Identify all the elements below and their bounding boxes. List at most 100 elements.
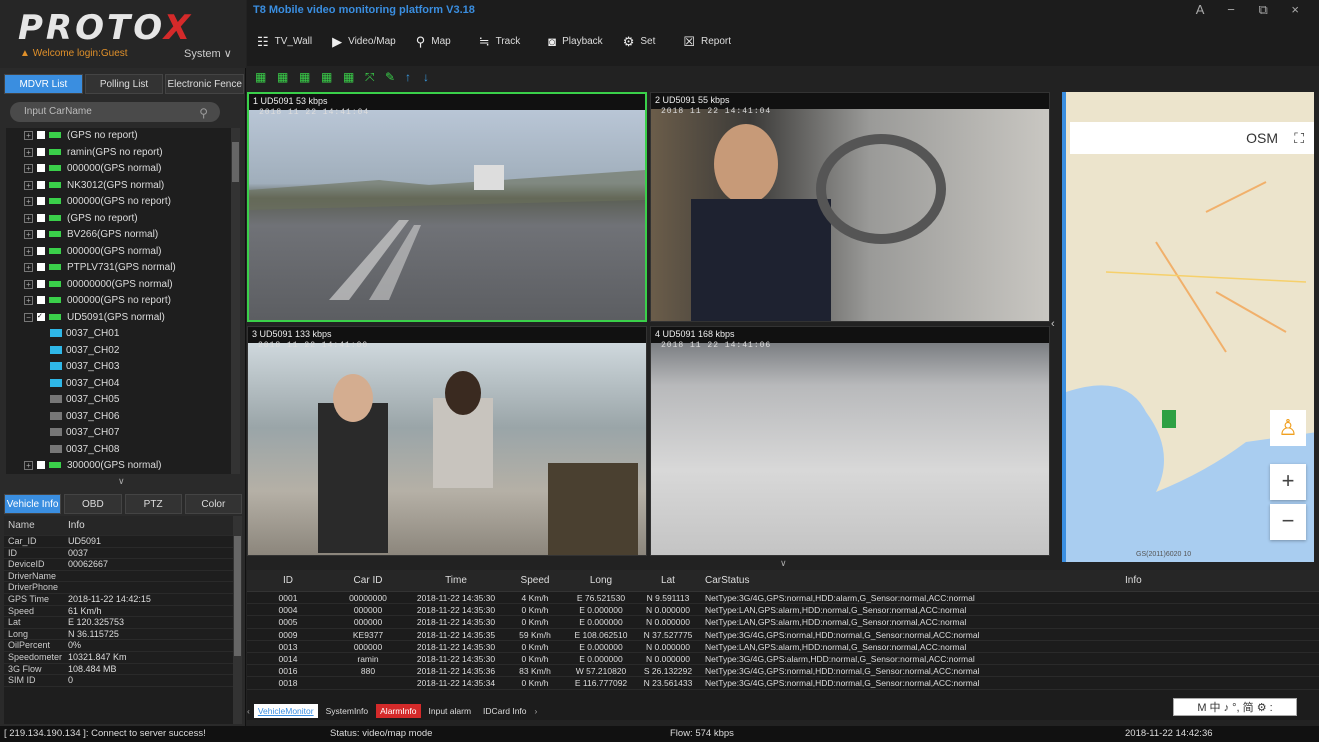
layout-16-icon[interactable]: ▦	[343, 70, 354, 84]
expand-icon[interactable]: +	[24, 180, 33, 190]
system-menu[interactable]: System ∨	[184, 47, 232, 60]
tree-vehicle-item[interactable]: + (GPS no report)	[6, 211, 240, 228]
tree-channel-item[interactable]: 0037_CH01	[6, 326, 240, 343]
tree-vehicle-item[interactable]: +00000000(GPS normal)	[6, 277, 240, 294]
chevron-down-icon[interactable]: ∨	[780, 558, 787, 569]
menu-report[interactable]: ☒ Report	[673, 24, 741, 60]
arrow-up-icon[interactable]: ↑	[405, 70, 411, 84]
tree-vehicle-item[interactable]: + ramin(GPS no report)	[6, 145, 240, 162]
tree-vehicle-item[interactable]: + NK3012(GPS normal)	[6, 178, 240, 195]
tab-color[interactable]: Color	[184, 494, 242, 514]
table-row[interactable]: 0009 KE9377 2018-11-22 14:35:35 59 Km/h E 10…	[247, 629, 1319, 641]
chevron-left-icon[interactable]: ‹	[1051, 318, 1055, 330]
menu-track[interactable]: ≒ Track	[469, 24, 531, 60]
tab-idcard-info[interactable]: IDCard Info	[479, 704, 530, 718]
tree-channel-item[interactable]: 0037_CH08	[6, 442, 240, 459]
expand-icon[interactable]: +	[24, 131, 33, 140]
table-row[interactable]: 0001 00000000 2018-11-22 14:35:30 4 Km/h E 7…	[247, 592, 1319, 605]
table-row[interactable]: 0014 ramin 2018-11-22 14:35:30 0 Km/h E 0.00…	[247, 653, 1319, 666]
tree-vehicle-item[interactable]: +000000(GPS normal)	[6, 161, 240, 178]
video-channel-3[interactable]: 3 UD5091 133 kbps 2018 11 22 14:41:00	[247, 326, 647, 556]
expand-icon[interactable]: +	[24, 296, 33, 305]
tree-channel-item[interactable]: 0037_CH02	[6, 343, 240, 360]
expand-icon[interactable]: +	[24, 230, 33, 239]
tab-alarm-info[interactable]: AlarmInfo	[376, 704, 421, 718]
checkbox[interactable]	[37, 197, 45, 206]
arrow-down-icon[interactable]: ↓	[423, 70, 429, 84]
expand-icon[interactable]: +	[24, 213, 33, 223]
menu-video-map[interactable]: ▶ Video/Map	[322, 24, 406, 60]
tree-channel-item[interactable]: 0037_CH05	[6, 392, 240, 409]
layout-9-icon[interactable]: ▦	[321, 70, 332, 84]
expand-icon[interactable]: +	[24, 197, 33, 206]
tab-polling-list[interactable]: Polling List	[84, 74, 164, 94]
fullscreen-icon[interactable]: ⤧	[365, 70, 375, 85]
menu-playback[interactable]: ◙ Playback	[538, 24, 612, 60]
zoom-in-button[interactable]: +	[1270, 464, 1306, 500]
map-panel[interactable]: OSM ⛶ ♙ + − GS(2011)6020 10	[1062, 92, 1314, 562]
video-channel-4[interactable]: 4 UD5091 168 kbps 2018 11 22 14:41:06	[650, 326, 1050, 556]
chevron-left-icon[interactable]: ‹	[247, 706, 250, 716]
tree-channel-item[interactable]: 0037_CH04	[6, 376, 240, 393]
table-row[interactable]: 0004 000000 2018-11-22 14:35:30 0 Km/h E 0.0…	[247, 604, 1319, 617]
checkbox[interactable]	[37, 461, 45, 470]
tab-system-info[interactable]: SystemInfo	[322, 704, 373, 718]
layout-4-icon[interactable]: ▦	[255, 70, 266, 84]
tree-vehicle-item[interactable]: + BV266(GPS normal)	[6, 227, 240, 244]
table-row[interactable]: 0005 000000 2018-11-22 14:35:30 0 Km/h E 0.0…	[247, 616, 1319, 629]
menu-set[interactable]: ⚙ Set	[613, 24, 666, 60]
tree-vehicle-item[interactable]: +300000(GPS normal)	[6, 458, 240, 474]
tree-vehicle-item[interactable]: + (GPS no report)	[6, 128, 240, 145]
layout-6-icon[interactable]: ▦	[277, 70, 288, 84]
collapse-icon[interactable]: −	[24, 312, 33, 322]
checkbox[interactable]	[37, 263, 45, 272]
search-icon[interactable]: ⚲	[199, 103, 208, 123]
expand-icon[interactable]: +	[24, 263, 33, 272]
tree-vehicle-item[interactable]: + PTPLV731(GPS normal)	[6, 260, 240, 277]
checkbox[interactable]	[37, 213, 45, 222]
tree-vehicle-item[interactable]: +000000(GPS no report)	[6, 194, 240, 211]
fullscreen-icon[interactable]: ⛶	[1294, 130, 1304, 147]
tab-mdvr-list[interactable]: MDVR List	[4, 74, 83, 94]
expand-icon[interactable]: +	[24, 279, 33, 289]
tree-channel-item[interactable]: 0037_CH03	[6, 359, 240, 376]
table-row[interactable]: 0018 2018-11-22 14:35:34 0 Km/h E 116.77709…	[247, 677, 1319, 690]
window-controls[interactable]: A − ⧉ ×	[1196, 2, 1309, 18]
tab-input-alarm[interactable]: Input alarm	[425, 704, 476, 718]
video-channel-2[interactable]: 2 UD5091 55 kbps 2018 11 22 14:41:04	[650, 92, 1050, 322]
table-row[interactable]: 0013 000000 2018-11-22 14:35:30 0 Km/h E 0.0…	[247, 641, 1319, 653]
expand-icon[interactable]: +	[24, 164, 33, 173]
tab-ptz[interactable]: PTZ	[124, 494, 182, 514]
tree-vehicle-item[interactable]: +000000(GPS no report)	[6, 293, 240, 310]
checkbox[interactable]	[37, 230, 45, 239]
expand-icon[interactable]: +	[24, 461, 33, 470]
chevron-down-icon[interactable]: ∨	[118, 476, 125, 487]
ime-toolbar[interactable]: M 中 ♪ °, 简 ⚙ :	[1173, 698, 1297, 716]
checkbox[interactable]	[37, 246, 45, 255]
tree-channel-item[interactable]: 0037_CH06	[6, 409, 240, 426]
video-channel-1[interactable]: 1 UD5091 53 kbps 2018 11 22 14:41:04	[247, 92, 647, 322]
chevron-right-icon[interactable]: ›	[535, 706, 538, 716]
tab-vehicle-monitor[interactable]: VehicleMonitor	[253, 704, 318, 718]
tab-vehicle-info[interactable]: Vehicle Info	[4, 494, 62, 514]
layout-8-icon[interactable]: ▦	[299, 70, 310, 84]
checkbox[interactable]	[37, 296, 45, 305]
tab-obd[interactable]: OBD	[64, 494, 122, 514]
menu-map[interactable]: ⚲ Map	[406, 24, 461, 60]
vehicle-info-scrollbar[interactable]	[233, 516, 242, 724]
tree-vehicle-item[interactable]: +000000(GPS normal)	[6, 244, 240, 261]
pegman-icon[interactable]: ♙	[1270, 410, 1306, 446]
checkbox[interactable]	[37, 147, 45, 156]
tree-vehicle-item[interactable]: − ✓ UD5091(GPS normal)	[6, 310, 240, 327]
tree-scrollbar[interactable]	[231, 128, 240, 474]
car-search-input[interactable]: Input CarName ⚲	[10, 102, 220, 122]
checkbox[interactable]: ✓	[37, 312, 45, 321]
table-row[interactable]: 0016 880 2018-11-22 14:35:36 83 Km/h W 57.21…	[247, 665, 1319, 678]
brush-icon[interactable]: ✎	[385, 70, 395, 84]
expand-icon[interactable]: +	[24, 246, 33, 256]
checkbox[interactable]	[37, 164, 45, 173]
tree-channel-item[interactable]: 0037_CH07	[6, 425, 240, 442]
tab-electronic-fence[interactable]: Electronic Fence	[165, 74, 245, 94]
zoom-out-button[interactable]: −	[1270, 504, 1306, 540]
expand-icon[interactable]: +	[24, 147, 33, 157]
